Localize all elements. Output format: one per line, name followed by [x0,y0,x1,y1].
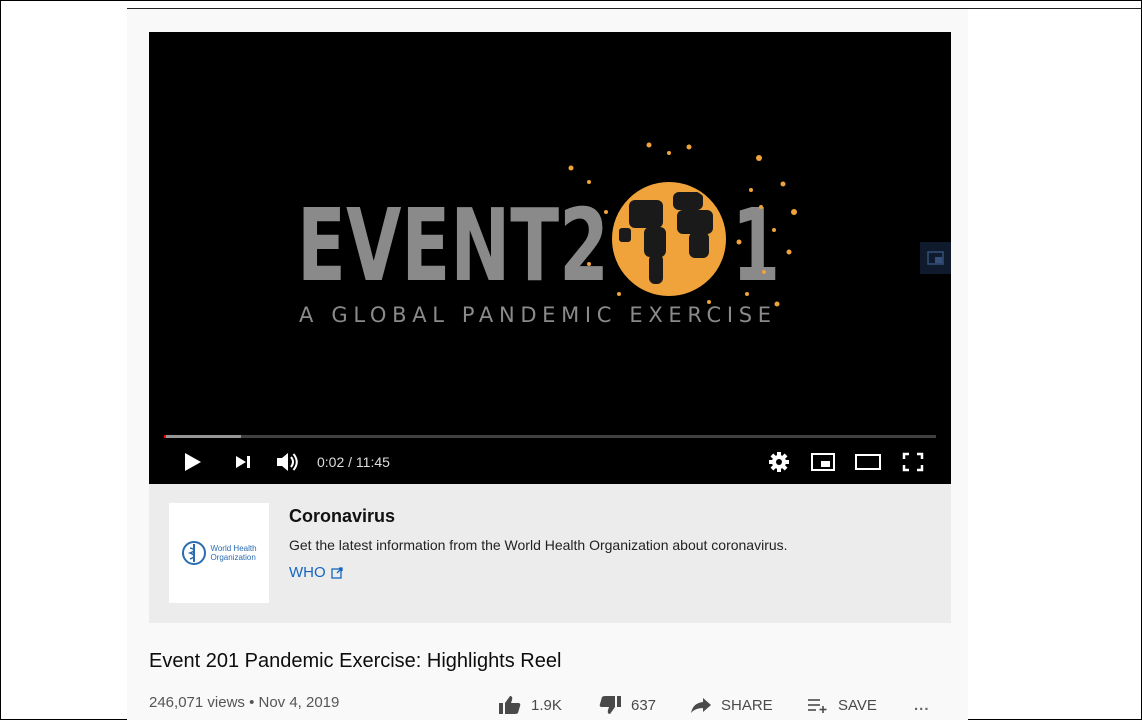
video-title: Event 201 Pandemic Exercise: Highlights … [149,650,562,672]
action-bar: 1.9K 637 SHARE SAVE ... [0,692,1142,718]
share-icon [691,698,711,713]
save-label: SAVE [838,696,877,714]
next-button[interactable] [231,443,255,481]
settings-icon [769,452,789,472]
logo-text-main: EVENT2 [297,187,609,304]
picture-in-picture-icon [927,251,944,265]
like-count: 1.9K [531,696,562,714]
share-button[interactable]: SHARE [690,692,773,718]
fullscreen-button[interactable] [899,443,927,481]
dislike-count: 637 [631,696,657,714]
miniplayer-hint-chip[interactable] [920,242,951,274]
progress-buffered [164,435,242,438]
time-display: 0:02 / 11:45 [317,454,390,470]
thumbs-up-icon [499,696,521,714]
miniplayer-icon [811,453,835,471]
who-logo-line1: World Health [210,544,257,553]
external-link-icon [331,566,343,579]
video-player[interactable]: EVENT2 1 A GLOBAL PANDEMIC EXERCISE 0:02… [149,32,951,484]
play-icon [185,453,201,471]
settings-button[interactable] [766,443,792,481]
save-button[interactable]: SAVE [807,692,877,718]
info-panel: World Health Organization Coronavirus Ge… [149,484,951,623]
miniplayer-button[interactable] [809,443,837,481]
theater-mode-button[interactable] [853,443,883,481]
who-logo-line2: Organization [210,553,256,562]
who-emblem-icon [182,541,207,565]
who-link-label: WHO [289,564,326,581]
who-logo-text: World Health Organization [210,544,256,562]
info-description: Get the latest information from the Worl… [289,537,788,553]
event201-logo: EVENT2 1 A GLOBAL PANDEMIC EXERCISE [297,142,797,327]
fullscreen-icon [902,452,924,472]
theater-icon [855,454,881,470]
play-button[interactable] [179,443,205,481]
more-actions-icon: ... [914,696,930,714]
dislike-button[interactable]: 637 [598,692,656,718]
volume-button[interactable] [273,443,303,481]
progress-played [164,435,167,438]
more-actions-button[interactable]: ... [914,692,930,718]
like-button[interactable]: 1.9K [498,692,562,718]
next-icon [236,456,250,468]
logo-text-one: 1 [732,187,780,304]
progress-bar[interactable] [164,435,936,438]
share-label: SHARE [721,696,773,714]
player-controls: 0:02 / 11:45 [149,443,951,481]
who-link[interactable]: WHO [289,564,343,581]
info-title: Coronavirus [289,506,396,526]
logo-subtitle: A GLOBAL PANDEMIC EXERCISE [299,303,771,327]
volume-icon [277,453,298,471]
who-logo: World Health Organization [169,503,269,603]
playlist-add-icon [808,699,827,713]
thumbs-down-icon [599,696,621,714]
